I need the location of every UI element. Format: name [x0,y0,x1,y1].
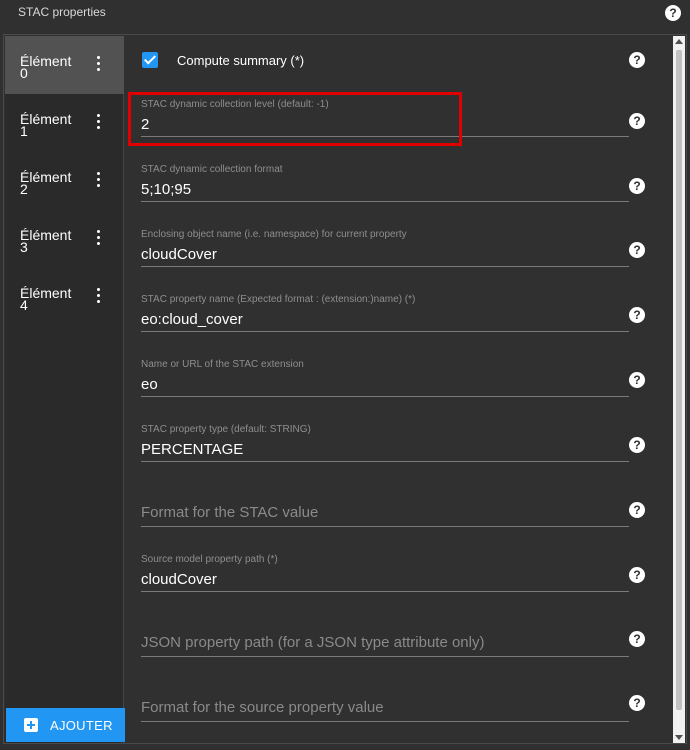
stac-extension-field: Name or URL of the STAC extension eo ? [125,354,673,419]
field-underline [141,591,629,592]
field-underline [141,396,629,397]
field-label: Source model property path (*) [141,554,278,565]
sidebar-item-element-0[interactable]: Élément 0 [5,36,124,94]
source-property-format-field: Format for the source property value ? [125,679,673,743]
stac-property-type-field: STAC property type (default: STRING) PER… [125,419,673,484]
source-property-format-input[interactable]: Format for the source property value [141,699,621,716]
sidebar-item-element-4[interactable]: Élément 4 [5,268,124,326]
stac-extension-input[interactable]: eo [141,376,621,393]
highlight-box [128,92,462,146]
field-underline [141,526,629,527]
field-underline [141,656,629,657]
vertical-scrollbar[interactable] [673,36,685,743]
title-bar: STAC properties ? [0,0,690,30]
scroll-up-icon[interactable] [675,39,683,44]
stac-properties-panel: Élément 0 Élément 1 Élément 2 Élément 3 … [3,34,687,744]
stac-property-name-input[interactable]: eo:cloud_cover [141,311,621,328]
add-button[interactable]: AJOUTER [6,708,125,742]
stac-property-type-input[interactable]: PERCENTAGE [141,441,621,458]
more-vert-icon[interactable] [94,56,102,72]
help-icon[interactable]: ? [629,437,645,453]
add-box-icon [24,718,38,732]
help-icon[interactable]: ? [629,113,645,129]
sidebar-item-label: Élément 3 [20,227,72,255]
add-button-label: AJOUTER [50,718,113,733]
help-icon[interactable]: ? [629,502,645,518]
compute-summary-checkbox[interactable] [142,52,158,68]
field-underline [141,201,629,202]
sidebar-item-element-2[interactable]: Élément 2 [5,152,124,210]
help-icon[interactable]: ? [629,307,645,323]
field-underline [141,331,629,332]
source-model-property-path-field: Source model property path (*) cloudCove… [125,549,673,614]
field-label: STAC property type (default: STRING) [141,424,311,435]
sidebar-item-element-1[interactable]: Élément 1 [5,94,124,152]
help-icon[interactable]: ? [629,242,645,258]
json-property-path-input[interactable]: JSON property path (for a JSON type attr… [141,634,621,651]
sidebar-item-label: Élément 0 [20,53,72,81]
dynamic-collection-format-field: STAC dynamic collection format 5;10;95 ? [125,159,673,224]
element-list-sidebar: Élément 0 Élément 1 Élément 2 Élément 3 … [5,36,125,743]
field-label: STAC property name (Expected format : (e… [141,294,416,305]
help-icon[interactable]: ? [629,372,645,388]
json-property-path-field: JSON property path (for a JSON type attr… [125,614,673,679]
field-label: Enclosing object name (i.e. namespace) f… [141,229,407,240]
more-vert-icon[interactable] [94,230,102,246]
more-vert-icon[interactable] [94,114,102,130]
field-underline [141,721,629,722]
scrollbar-thumb[interactable] [676,50,682,710]
more-vert-icon[interactable] [94,288,102,304]
field-underline [141,266,629,267]
dynamic-collection-format-input[interactable]: 5;10;95 [141,181,621,198]
help-icon[interactable]: ? [629,52,645,68]
more-vert-icon[interactable] [94,172,102,188]
field-label: Name or URL of the STAC extension [141,359,304,370]
source-model-property-path-input[interactable]: cloudCover [141,571,621,588]
enclosing-object-name-field: Enclosing object name (i.e. namespace) f… [125,224,673,289]
help-icon[interactable]: ? [665,5,681,21]
enclosing-object-name-input[interactable]: cloudCover [141,246,621,263]
window-title: STAC properties [18,5,106,19]
stac-value-format-input[interactable]: Format for the STAC value [141,504,621,521]
sidebar-item-element-3[interactable]: Élément 3 [5,210,124,268]
sidebar-item-label: Élément 4 [20,285,72,313]
field-label: STAC dynamic collection format [141,164,283,175]
compute-summary-row: Compute summary (*) ? [125,36,673,86]
scroll-down-icon[interactable] [675,735,683,740]
field-underline [141,461,629,462]
compute-summary-label: Compute summary (*) [177,53,305,68]
sidebar-item-label: Élément 2 [20,169,72,197]
help-icon[interactable]: ? [629,567,645,583]
help-icon[interactable]: ? [629,631,645,647]
stac-value-format-field: Format for the STAC value ? [125,484,673,549]
help-icon[interactable]: ? [629,695,645,711]
form-content: Compute summary (*) ? STAC dynamic colle… [125,36,673,743]
stac-property-name-field: STAC property name (Expected format : (e… [125,289,673,354]
help-icon[interactable]: ? [629,178,645,194]
sidebar-item-label: Élément 1 [20,111,72,139]
